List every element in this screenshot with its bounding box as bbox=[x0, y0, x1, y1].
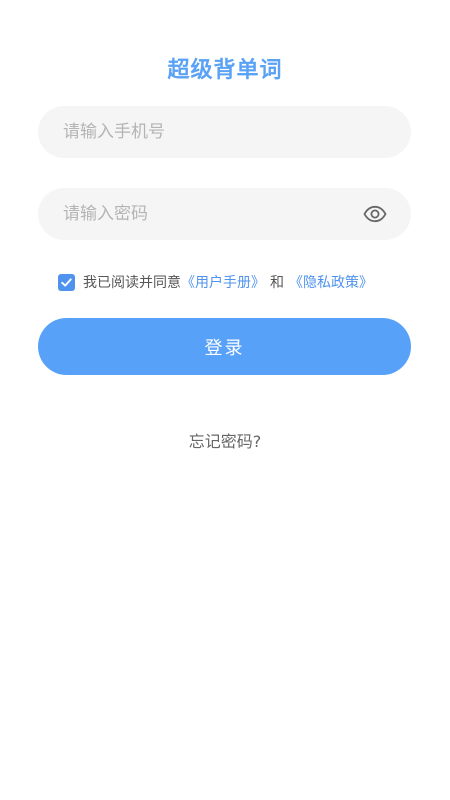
login-screen: 超级背单词 我已阅读并同意 《用户手册》 和 《隐私政策》 登录 忘记密码? bbox=[0, 0, 450, 800]
privacy-policy-link[interactable]: 《隐私政策》 bbox=[289, 272, 373, 292]
eye-icon[interactable] bbox=[363, 202, 387, 226]
agreement-prefix: 我已阅读并同意 bbox=[83, 275, 181, 291]
forgot-password-link[interactable]: 忘记密码? bbox=[0, 428, 450, 452]
checkmark-icon bbox=[61, 277, 72, 287]
agreement-connector: 和 bbox=[270, 275, 284, 291]
agreement-checkbox[interactable] bbox=[58, 273, 75, 291]
page-title: 超级背单词 bbox=[167, 58, 283, 83]
login-button[interactable]: 登录 bbox=[38, 318, 411, 375]
password-field-container[interactable] bbox=[38, 188, 411, 240]
user-manual-link[interactable]: 《用户手册》 bbox=[181, 272, 265, 292]
phone-input[interactable] bbox=[63, 106, 387, 158]
password-input[interactable] bbox=[63, 188, 363, 240]
phone-field-container[interactable] bbox=[38, 106, 411, 158]
agreement-row: 我已阅读并同意 《用户手册》 和 《隐私政策》 bbox=[58, 270, 373, 294]
